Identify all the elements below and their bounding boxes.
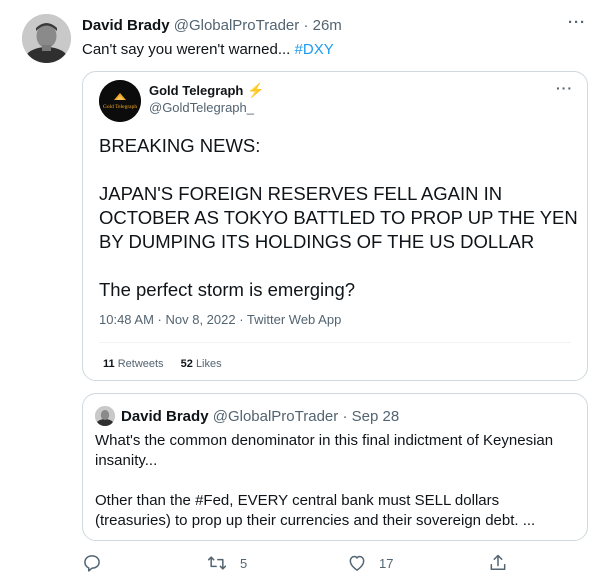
- gold-telegraph-avatar[interactable]: Gold Telegraph: [99, 80, 141, 122]
- retweet-icon: [206, 553, 228, 573]
- quoted-line-2: JAPAN'S FOREIGN RESERVES FELL AGAIN IN: [99, 183, 503, 204]
- separator-dot: ·: [303, 17, 309, 34]
- share-icon: [488, 553, 508, 573]
- likes-count: 52: [180, 358, 193, 370]
- like-count: 17: [379, 555, 394, 571]
- avatar-logo-text: Gold Telegraph: [103, 104, 137, 110]
- nested-author-name[interactable]: David Brady: [121, 408, 209, 425]
- divider: [99, 342, 571, 343]
- reply-icon: [82, 553, 102, 573]
- nested-line-1: What's the common denominator in this fi…: [95, 432, 554, 449]
- quoted-more-options-icon[interactable]: ···: [556, 80, 573, 96]
- lightning-bolt-icon: ⚡: [247, 82, 265, 98]
- nested-body: What's the common denominator in this fi…: [95, 431, 577, 531]
- quoted-timestamp[interactable]: 10:48 AM · Nov 8, 2022 · Twitter Web App: [99, 312, 341, 327]
- author-handle[interactable]: @GlobalProTrader: [174, 17, 300, 34]
- quoted-tweet-body: BREAKING NEWS: JAPAN'S FOREIGN RESERVES …: [99, 134, 579, 302]
- author-avatar[interactable]: [22, 14, 71, 63]
- likes-stat[interactable]: 52 Likes: [181, 358, 222, 370]
- quoted-line-5: The perfect storm is emerging?: [99, 279, 356, 300]
- nested-line-4: (treasuries) to prop up their currencies…: [95, 512, 536, 529]
- like-button[interactable]: 17: [347, 553, 393, 573]
- nested-line-2: insanity...: [95, 452, 158, 469]
- quoted-tweet-card[interactable]: Gold Telegraph Gold Telegraph ⚡ @GoldTele…: [82, 71, 588, 381]
- retweet-count: 5: [240, 555, 248, 571]
- quoted-line-4: BY DUMPING ITS HOLDINGS OF THE US DOLLAR: [99, 231, 535, 252]
- share-button[interactable]: [488, 553, 508, 573]
- hashtag-link[interactable]: #DXY: [295, 41, 334, 58]
- action-bar: 5 17: [82, 553, 588, 577]
- nested-quoted-tweet[interactable]: David Brady @GlobalProTrader · Sep 28 Wh…: [82, 393, 588, 541]
- tweet: David Brady @GlobalProTrader · 26m ··· C…: [0, 0, 604, 585]
- retweets-stat[interactable]: 11 Retweets: [103, 358, 164, 370]
- nested-author-avatar[interactable]: [95, 406, 115, 426]
- likes-label: Likes: [195, 358, 222, 370]
- nested-header: David Brady @GlobalProTrader · Sep 28: [121, 408, 399, 425]
- nested-separator: ·: [342, 408, 348, 425]
- retweets-count: 11: [103, 358, 115, 370]
- reply-button[interactable]: [82, 553, 102, 573]
- nested-author-handle[interactable]: @GlobalProTrader: [213, 408, 339, 425]
- tweet-text: Can't say you weren't warned... #DXY: [82, 41, 334, 58]
- retweet-button[interactable]: 5: [206, 553, 247, 573]
- author-name[interactable]: David Brady: [82, 17, 170, 34]
- quoted-line-3: OCTOBER AS TOKYO BATTLED TO PROP UP THE …: [99, 207, 578, 228]
- tweet-text-body: Can't say you weren't warned...: [82, 41, 291, 58]
- quoted-author-name[interactable]: Gold Telegraph: [149, 83, 243, 98]
- nested-time[interactable]: Sep 28: [352, 408, 400, 425]
- more-options-icon[interactable]: ···: [568, 14, 586, 31]
- retweets-label: Retweets: [117, 358, 164, 370]
- heart-icon: [347, 553, 367, 573]
- quoted-author[interactable]: Gold Telegraph ⚡: [149, 82, 265, 99]
- tweet-header: David Brady @GlobalProTrader · 26m: [82, 17, 342, 34]
- nested-line-3: Other than the #Fed, EVERY central bank …: [95, 492, 500, 509]
- quoted-stats: 11 Retweets 52 Likes: [103, 358, 236, 370]
- quoted-author-handle[interactable]: @GoldTelegraph_: [149, 100, 254, 115]
- quoted-line-breaking: BREAKING NEWS:: [99, 135, 261, 156]
- tweet-time[interactable]: 26m: [313, 17, 342, 34]
